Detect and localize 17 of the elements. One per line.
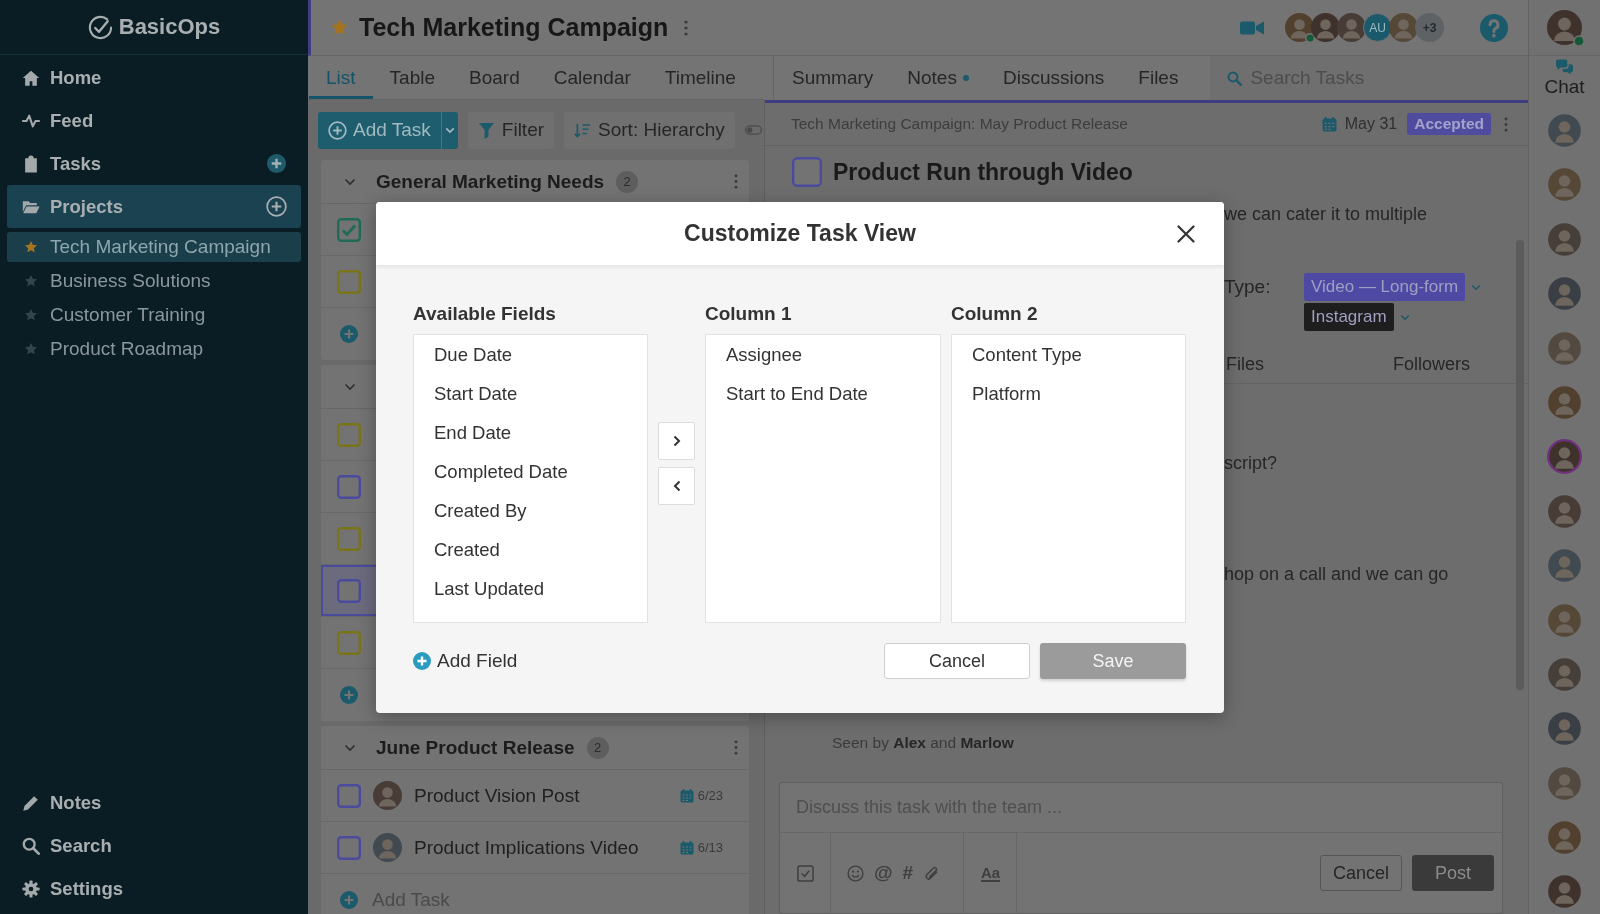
task-description: we can cater it to multiple bbox=[1224, 203, 1428, 226]
logo-text: BasicOps bbox=[118, 14, 221, 40]
group-name: General Marketing Needs bbox=[376, 170, 605, 193]
column-heading: Column 1 bbox=[705, 302, 793, 326]
dialog-title: Customize Task View bbox=[684, 220, 916, 247]
field-label: Type: bbox=[1224, 275, 1272, 299]
column-heading: Column 2 bbox=[951, 302, 1039, 326]
task-title: Product Run through Video bbox=[833, 158, 1133, 186]
task-title: Product Implications Video bbox=[414, 836, 639, 859]
group-name: June Product Release bbox=[376, 736, 575, 759]
due-date: 6/23 bbox=[679, 788, 723, 803]
message-text: hop on a call and we can go bbox=[1224, 563, 1449, 586]
column-heading: Available Fields bbox=[413, 302, 557, 326]
project-title: Tech Marketing Campaign bbox=[359, 13, 669, 42]
due-date: 6/13 bbox=[679, 840, 723, 855]
message-text: script? bbox=[1224, 452, 1277, 475]
task-title: Product Vision Post bbox=[414, 784, 580, 807]
